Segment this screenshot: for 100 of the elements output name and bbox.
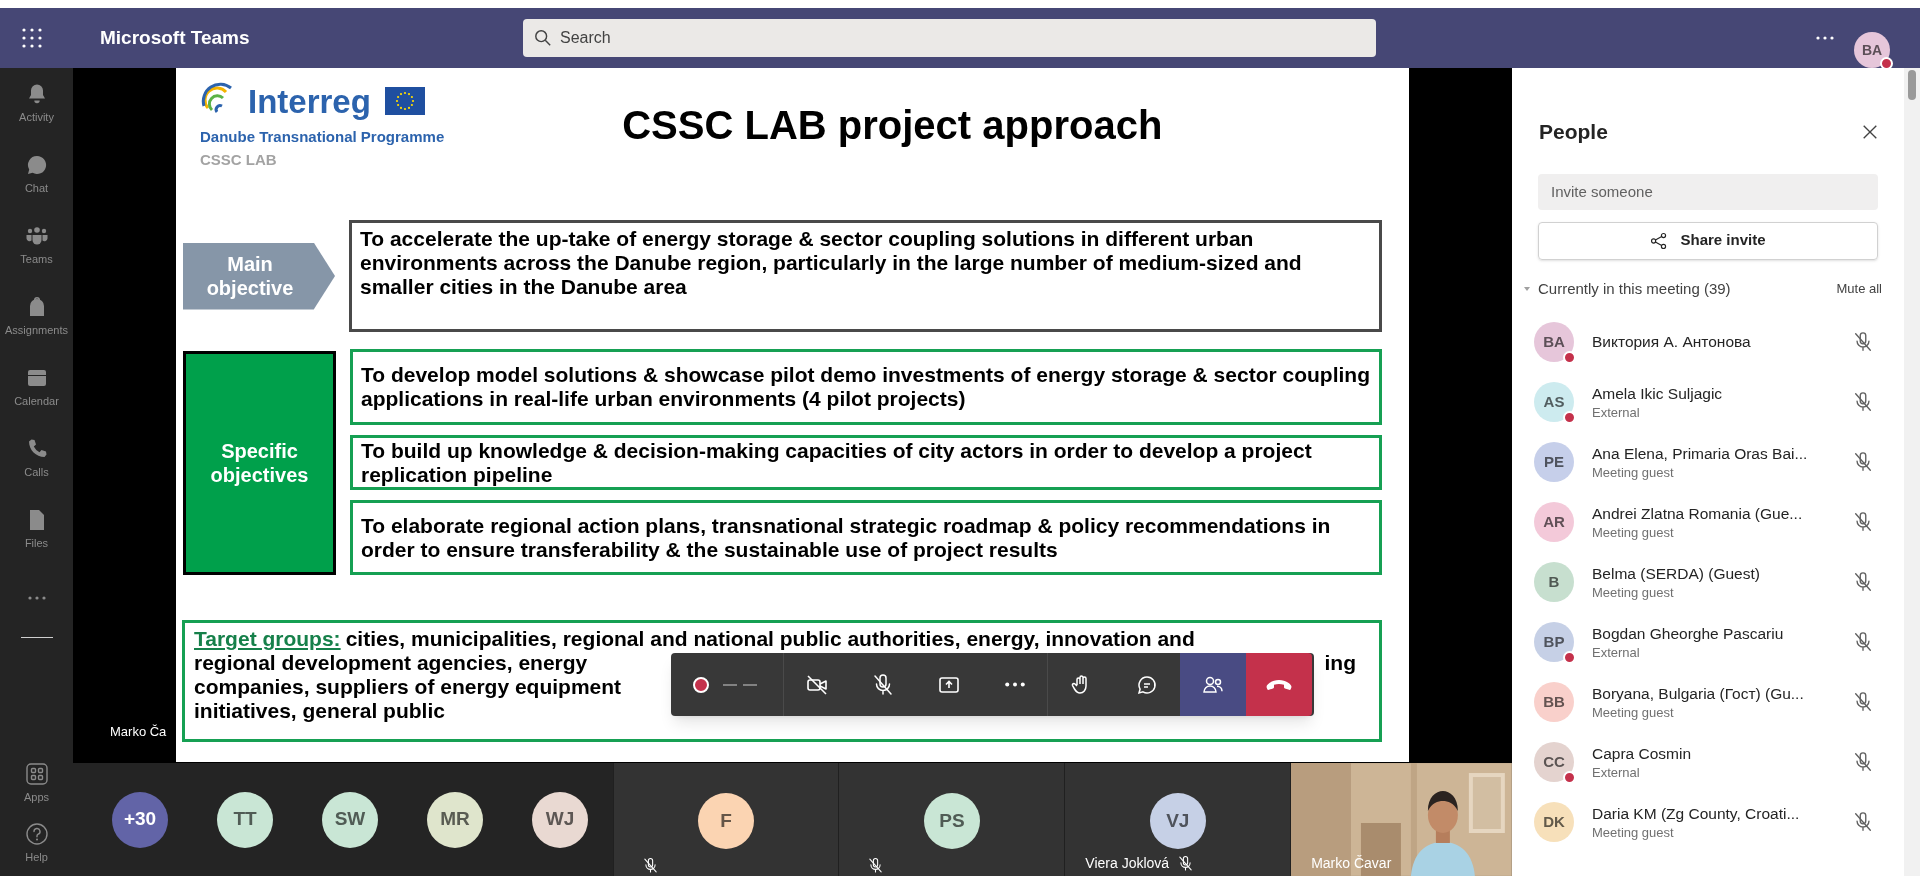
- section-header[interactable]: Currently in this meeting (39): [1538, 277, 1731, 300]
- more-options-icon[interactable]: [1815, 35, 1835, 41]
- slide-title: CSSC LAB project approach: [622, 102, 1163, 149]
- avatar: PS: [923, 793, 980, 849]
- participant-row[interactable]: AR Andrei Zlatna Romania (Gue... Meeting guest: [1512, 492, 1904, 552]
- participant-role: External: [1592, 403, 1641, 421]
- avatar: CC: [1534, 742, 1574, 782]
- mic-off-icon[interactable]: [1852, 571, 1874, 593]
- avatar: TT: [217, 791, 273, 848]
- participant-row[interactable]: BP Bogdan Gheorghe Pascariu External: [1512, 612, 1904, 672]
- target-groups-text: regional development agencies, energy: [194, 650, 588, 677]
- target-groups-text: initiatives, general public: [194, 698, 445, 725]
- rail-item[interactable]: Help: [0, 816, 73, 876]
- avatar: SW: [322, 791, 378, 848]
- mic-off-icon[interactable]: [1852, 451, 1874, 473]
- rail-item[interactable]: Assignments: [0, 281, 73, 352]
- avatar: AS: [1534, 382, 1574, 422]
- participant-name: Bogdan Gheorghe Pascariu: [1592, 623, 1785, 644]
- participant-name: Andrei Zlatna Romania (Gue...: [1592, 503, 1804, 524]
- participant-name: Amela Ikic Suljagic: [1592, 383, 1724, 404]
- mic-off-icon[interactable]: [1852, 631, 1874, 653]
- avatar: BB: [1534, 682, 1574, 722]
- hang-up-icon: [1266, 679, 1292, 690]
- mic-off-icon: [871, 672, 895, 697]
- avatar: MR: [427, 791, 483, 848]
- apps-icon: [24, 762, 49, 786]
- participant-row[interactable]: B Belma (SERDA) (Guest) Meeting guest: [1512, 552, 1904, 612]
- participant-row[interactable]: CC Capra Cosmin External: [1512, 732, 1904, 792]
- objective-text: To elaborate regional action plans, transnational strategic roadmap & policy recommendations in order to ensure transferability & the sustainable use of project results: [361, 513, 1332, 562]
- search-field[interactable]: Search: [523, 19, 1376, 57]
- mic-off-icon[interactable]: [1852, 391, 1874, 413]
- more-apps-icon[interactable]: [26, 595, 47, 601]
- participant-name: Boryana, Bulgaria (Гост) (Gu...: [1592, 683, 1805, 704]
- avatar: +30: [112, 791, 168, 848]
- participant-row[interactable]: BB Boryana, Bulgaria (Гост) (Gu... Meeting guest: [1512, 672, 1904, 732]
- participant-role: Meeting guest: [1592, 703, 1675, 721]
- participant-row[interactable]: PE Ana Elena, Primaria Oras Bai... Meeting guest: [1512, 432, 1904, 492]
- mic-off-icon[interactable]: [1852, 691, 1874, 713]
- search-icon: [534, 29, 552, 47]
- scrollbar-thumb[interactable]: [1908, 70, 1916, 100]
- app-title: Microsoft Teams: [100, 25, 250, 50]
- target-groups-text: cities, municipalities, regional and national public authorities, energy, innovation and: [345, 626, 1195, 653]
- app-launcher-icon[interactable]: [22, 28, 42, 48]
- participants-button[interactable]: [1180, 653, 1246, 716]
- participant-name: Marko Čavar: [1311, 854, 1392, 873]
- avatar: DK: [1534, 802, 1574, 842]
- rail-item[interactable]: Activity: [0, 68, 73, 139]
- main-objective-label: Main objective: [183, 242, 335, 310]
- avatar: BA: [1534, 322, 1574, 362]
- mic-off-icon[interactable]: [1852, 331, 1874, 353]
- rail-item[interactable]: Apps: [0, 756, 73, 816]
- rail-item[interactable]: Calls: [0, 423, 73, 494]
- participant-row[interactable]: DK Daria KM (Zg County, Croati... Meeting guest: [1512, 792, 1904, 852]
- participant-name: Ana Elena, Primaria Oras Bai...: [1592, 443, 1809, 464]
- presenter-name: Marko Ča: [110, 723, 167, 741]
- participant-name: Capra Cosmin: [1592, 743, 1693, 764]
- logo-subtitle: Danube Transnational Programme: [200, 127, 445, 147]
- rail-item[interactable]: Teams: [0, 210, 73, 281]
- rail-item[interactable]: Files: [0, 494, 73, 565]
- logo-project: CSSC LAB: [200, 149, 278, 170]
- rail-item[interactable]: Calendar: [0, 352, 73, 423]
- avatar: VJ: [1149, 793, 1206, 849]
- participant-row[interactable]: AS Amela Ikic Suljagic External: [1512, 372, 1904, 432]
- mic-off-icon[interactable]: [1852, 811, 1874, 833]
- specific-objectives-label: Specific objectives: [183, 351, 336, 575]
- participant-role: Meeting guest: [1592, 823, 1675, 841]
- logo-wordmark: Interreg: [248, 84, 371, 118]
- mic-off-icon[interactable]: [1852, 511, 1874, 533]
- objective-text: To develop model solutions & showcase pilot demo investments of energy storage & sector coupling applications in real-life urban environments (4 pilot projects): [361, 363, 1371, 411]
- target-groups-text: ing: [1324, 650, 1356, 677]
- eu-flag-icon: [384, 87, 425, 115]
- share-invite-button[interactable]: Share invite: [1538, 221, 1878, 260]
- participant-row[interactable]: BA Виктория А. Антонова: [1512, 312, 1904, 372]
- participant-role: Meeting guest: [1592, 523, 1675, 541]
- avatar: AR: [1534, 502, 1574, 542]
- mute-all-button[interactable]: Mute all: [1836, 279, 1882, 299]
- target-groups-text: companies, suppliers of energy equipment: [194, 674, 622, 701]
- help-icon: [24, 822, 49, 846]
- avatar: B: [1534, 562, 1574, 602]
- mic-off-icon[interactable]: [1852, 751, 1874, 773]
- participant-name: Виктория А. Антонова: [1592, 332, 1752, 352]
- camera-off-icon: [805, 672, 829, 697]
- avatar: BP: [1534, 622, 1574, 662]
- avatar: PE: [1534, 442, 1574, 482]
- timer-dash-icon: [723, 682, 757, 687]
- participant-name: Daria KM (Zg County, Croati...: [1592, 803, 1801, 824]
- participant-name: Belma (SERDA) (Guest): [1592, 563, 1761, 584]
- leave-button[interactable]: [1246, 653, 1312, 716]
- participant-name: Viera Joklová: [1085, 854, 1170, 873]
- participant-role: External: [1592, 643, 1641, 661]
- share-icon: [1650, 231, 1669, 250]
- avatar: WJ: [532, 791, 588, 848]
- objective-text: To build up knowledge & decision-making capacities of city actors in order to develop a project replication pipeline: [361, 438, 1313, 487]
- more-icon: [1004, 682, 1025, 687]
- avatar[interactable]: BA: [1854, 32, 1890, 68]
- rail-item[interactable]: Chat: [0, 139, 73, 210]
- target-groups-label: Target groups:: [194, 626, 341, 653]
- objective-text: To accelerate the up-take of energy storage & sector coupling solutions in different urban environments across the Danube region, particularly in the large number of medium-sized and smaller cities in the Danube area: [360, 227, 1303, 299]
- invite-field[interactable]: Invite someone: [1538, 173, 1878, 210]
- participant-role: Meeting guest: [1592, 463, 1675, 481]
